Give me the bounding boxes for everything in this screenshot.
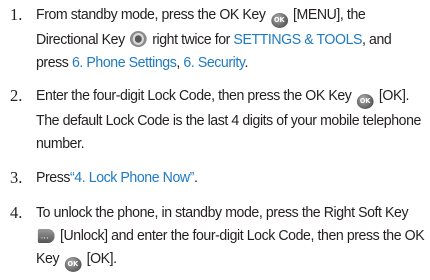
ok-key-icon: OK [270,13,288,28]
step-number: 3. [10,168,23,187]
ok-key-icon: OK [356,94,374,109]
step-number: 4. [10,203,23,222]
instruction-page: 1. From standby mode, press the OK Key O… [0,0,430,280]
ok-key-icon: OK [64,257,82,272]
step-4-text: To unlock the phone, in standby mode, pr… [36,201,427,272]
menu-path-settings-tools: SETTINGS & TOOLS [233,31,363,48]
step-number: 2. [10,86,23,105]
directional-key-icon [130,31,147,47]
menu-path-lock-phone-now: “4. Lock Phone Now” [70,169,194,186]
step-1-text: From standby mode, press the OK Key OK [… [36,6,392,71]
right-soft-key-icon [37,228,55,251]
step-number: 1. [10,5,23,24]
step-3-text: Press“4. Lock Phone Now”. [36,169,198,186]
menu-path-phone-settings: 6. Phone Settings [71,54,177,71]
step-2-text: Enter the four-digit Lock Code, then pre… [36,87,421,152]
menu-path-security: 6. Security [183,54,245,71]
